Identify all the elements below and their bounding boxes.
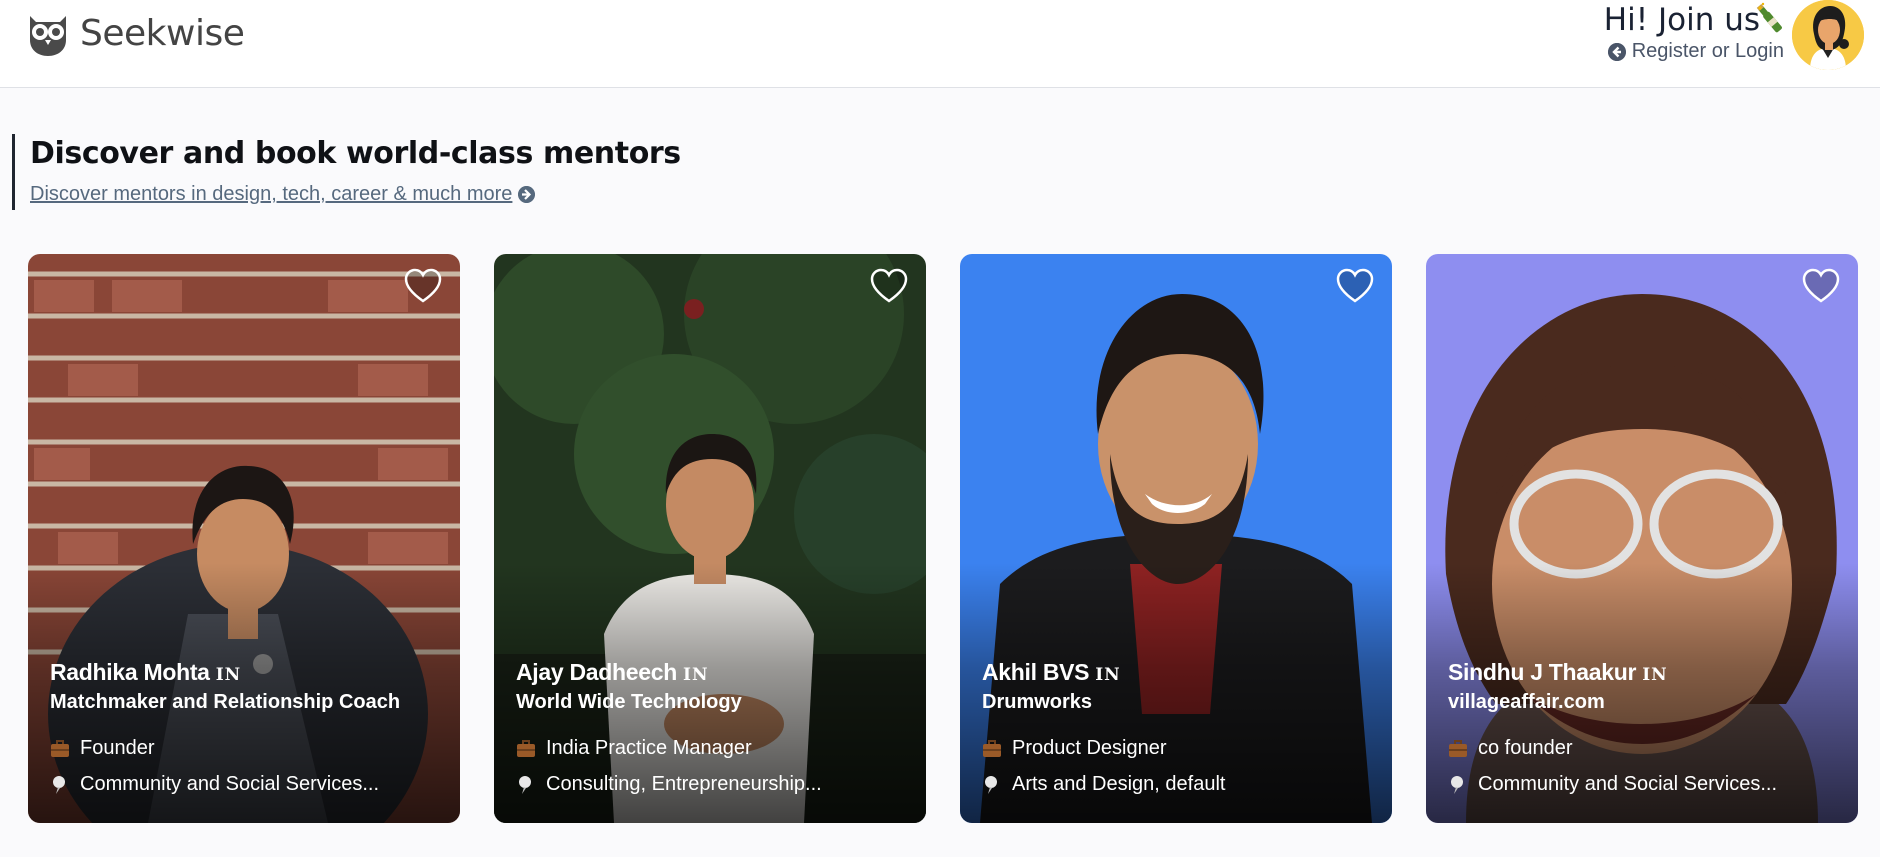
mentor-role-row: India Practice Manager <box>516 737 752 760</box>
top-header: Seekwise Hi! Join us Register or Login <box>0 0 1880 88</box>
mentor-card[interactable]: Ajay Dadheech IN World Wide Technology I… <box>494 254 926 823</box>
mentor-name-row: Sindhu J Thaakur IN <box>1448 659 1668 686</box>
mentor-info: Ajay Dadheech IN World Wide Technology I… <box>516 633 916 823</box>
mentor-field-row: Arts and Design, default <box>982 773 1225 796</box>
heart-icon[interactable] <box>404 268 442 304</box>
pin-icon <box>985 775 997 794</box>
mentor-name-row: Radhika Mohta IN <box>50 659 241 686</box>
page-title: Discover and book world-class mentors <box>30 136 681 171</box>
discover-mentors-label: Discover mentors in design, tech, career… <box>30 183 513 205</box>
avatar[interactable] <box>1792 0 1864 70</box>
heart-icon[interactable] <box>870 268 908 304</box>
country-code: IN <box>683 665 709 685</box>
mentor-info: Akhil BVS IN Drumworks Product Designer … <box>982 633 1382 823</box>
country-code: IN <box>215 665 242 685</box>
mentor-role-row: co founder <box>1448 737 1573 760</box>
mentor-name: Ajay Dadheech <box>516 659 677 685</box>
mentor-role: Product Designer <box>1012 737 1167 759</box>
heart-icon[interactable] <box>1802 268 1840 304</box>
mentor-field: Arts and Design, default <box>1012 773 1226 795</box>
discover-mentors-link[interactable]: Discover mentors in design, tech, career… <box>30 183 536 206</box>
pin-icon <box>53 775 65 794</box>
mentor-role-row: Founder <box>50 737 155 760</box>
mentor-card[interactable]: Radhika Mohta IN Matchmaker and Relation… <box>28 254 460 823</box>
logo[interactable]: Seekwise <box>26 8 245 58</box>
arrow-circle-left-icon <box>1607 42 1626 61</box>
owl-icon <box>30 16 66 56</box>
mentor-role: co founder <box>1478 737 1573 759</box>
mentor-info: Sindhu J Thaakur IN villageaffair.com co… <box>1448 633 1848 823</box>
mentor-company: World Wide Technology <box>516 691 742 713</box>
avatar-illustration <box>1792 0 1864 70</box>
pin-icon <box>1451 775 1463 794</box>
briefcase-icon <box>1449 739 1467 757</box>
pin-icon <box>519 775 531 794</box>
mentor-company: Drumworks <box>982 691 1093 713</box>
mentor-card[interactable]: Sindhu J Thaakur IN villageaffair.com co… <box>1426 254 1858 823</box>
mentor-field: Community and Social Services... <box>80 773 380 795</box>
hero-section: Discover and book world-class mentors Di… <box>12 134 681 210</box>
mentor-field-row: Community and Social Services... <box>50 773 379 796</box>
mentor-name-row: Akhil BVS IN <box>982 659 1121 686</box>
mentor-company: villageaffair.com <box>1448 691 1605 713</box>
mentor-name-row: Ajay Dadheech IN <box>516 659 709 686</box>
bottle-icon <box>1756 2 1782 33</box>
mentor-field-row: Consulting, Entrepreneurship... <box>516 773 822 796</box>
heart-icon[interactable] <box>1336 268 1374 304</box>
mentor-card[interactable]: Akhil BVS IN Drumworks Product Designer … <box>960 254 1392 823</box>
briefcase-icon <box>517 739 535 757</box>
mentor-field: Community and Social Services... <box>1478 773 1778 795</box>
mentor-cards: Radhika Mohta IN Matchmaker and Relation… <box>28 254 1858 824</box>
mentor-field: Consulting, Entrepreneurship... <box>546 773 822 795</box>
mentor-name: Sindhu J Thaakur <box>1448 659 1637 685</box>
join-section: Hi! Join us Register or Login <box>1464 0 1784 88</box>
mentor-field-row: Community and Social Services... <box>1448 773 1777 796</box>
register-login-link[interactable]: Register or Login <box>1607 40 1784 63</box>
mentor-role-row: Product Designer <box>982 737 1167 760</box>
country-code: IN <box>1642 665 1668 685</box>
mentor-role: India Practice Manager <box>546 737 752 759</box>
mentor-info: Radhika Mohta IN Matchmaker and Relation… <box>50 633 450 823</box>
briefcase-icon <box>983 739 1001 757</box>
mentor-role: Founder <box>80 737 155 759</box>
logo-text: Seekwise <box>80 12 245 54</box>
mentor-name: Akhil BVS <box>982 659 1090 685</box>
arrow-circle-right-icon <box>518 186 536 203</box>
mentor-company: Matchmaker and Relationship Coach <box>50 691 401 713</box>
register-login-label: Register or Login <box>1631 40 1784 62</box>
briefcase-icon <box>51 739 69 757</box>
mentor-name: Radhika Mohta <box>50 659 210 685</box>
join-title: Hi! Join us <box>1603 2 1760 38</box>
country-code: IN <box>1095 665 1121 685</box>
